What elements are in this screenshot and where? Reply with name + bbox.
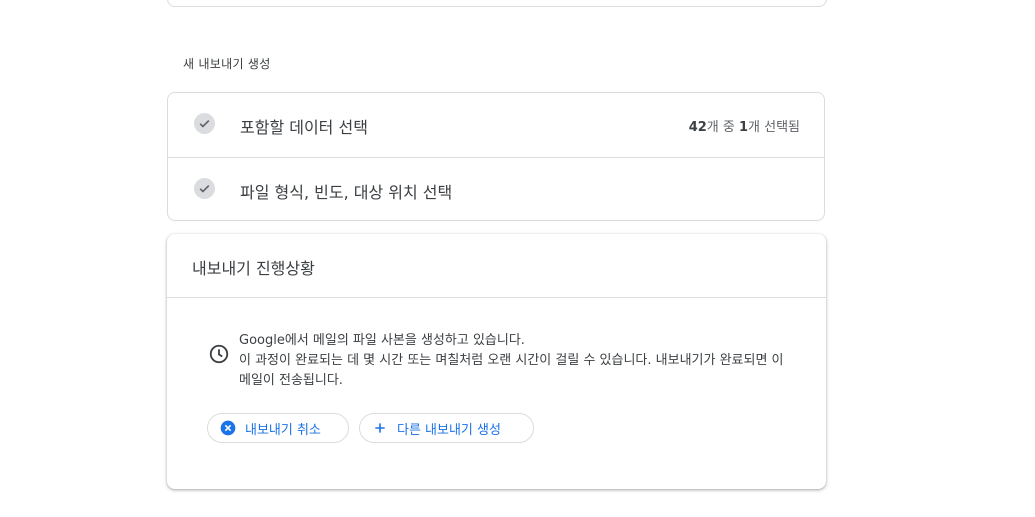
progress-message-line: 이 과정이 완료되는 데 몇 시간 또는 며칠처럼 오랜 시간이 걸릴 수 있습… xyxy=(239,353,784,388)
step-row-file-format[interactable]: 파일 형식, 빈도, 대상 위치 선택 xyxy=(168,158,824,222)
create-another-export-label: 다른 내보내기 생성 xyxy=(397,422,501,438)
previous-card xyxy=(167,0,827,7)
cancel-export-button[interactable]: 내보내기 취소 xyxy=(207,413,349,443)
plus-icon xyxy=(372,420,388,436)
check-icon xyxy=(194,178,215,199)
divider xyxy=(167,297,826,298)
cancel-circle-icon xyxy=(220,420,236,436)
progress-message-line: Google에서 메일의 파일 사본을 생성하고 있습니다. xyxy=(239,333,525,348)
progress-title: 내보내기 진행상황 xyxy=(192,259,315,278)
progress-message: Google에서 메일의 파일 사본을 생성하고 있습니다. 이 과정이 완료되… xyxy=(239,331,789,391)
cancel-export-label: 내보내기 취소 xyxy=(245,422,321,438)
step-label: 파일 형식, 빈도, 대상 위치 선택 xyxy=(240,183,453,202)
check-icon xyxy=(194,113,215,134)
export-steps-card: 포함할 데이터 선택 42개 중 1개 선택됨 파일 형식, 빈도, 대상 위치… xyxy=(167,92,825,221)
step-selection-status: 42개 중 1개 선택됨 xyxy=(688,120,800,135)
export-progress-card: 내보내기 진행상황 Google에서 메일의 파일 사본을 생성하고 있습니다.… xyxy=(167,234,826,489)
create-another-export-button[interactable]: 다른 내보내기 생성 xyxy=(359,413,534,443)
step-row-select-data[interactable]: 포함할 데이터 선택 42개 중 1개 선택됨 xyxy=(168,93,824,158)
clock-icon xyxy=(208,343,230,365)
step-label: 포함할 데이터 선택 xyxy=(240,118,368,137)
section-heading: 새 내보내기 생성 xyxy=(183,57,271,71)
